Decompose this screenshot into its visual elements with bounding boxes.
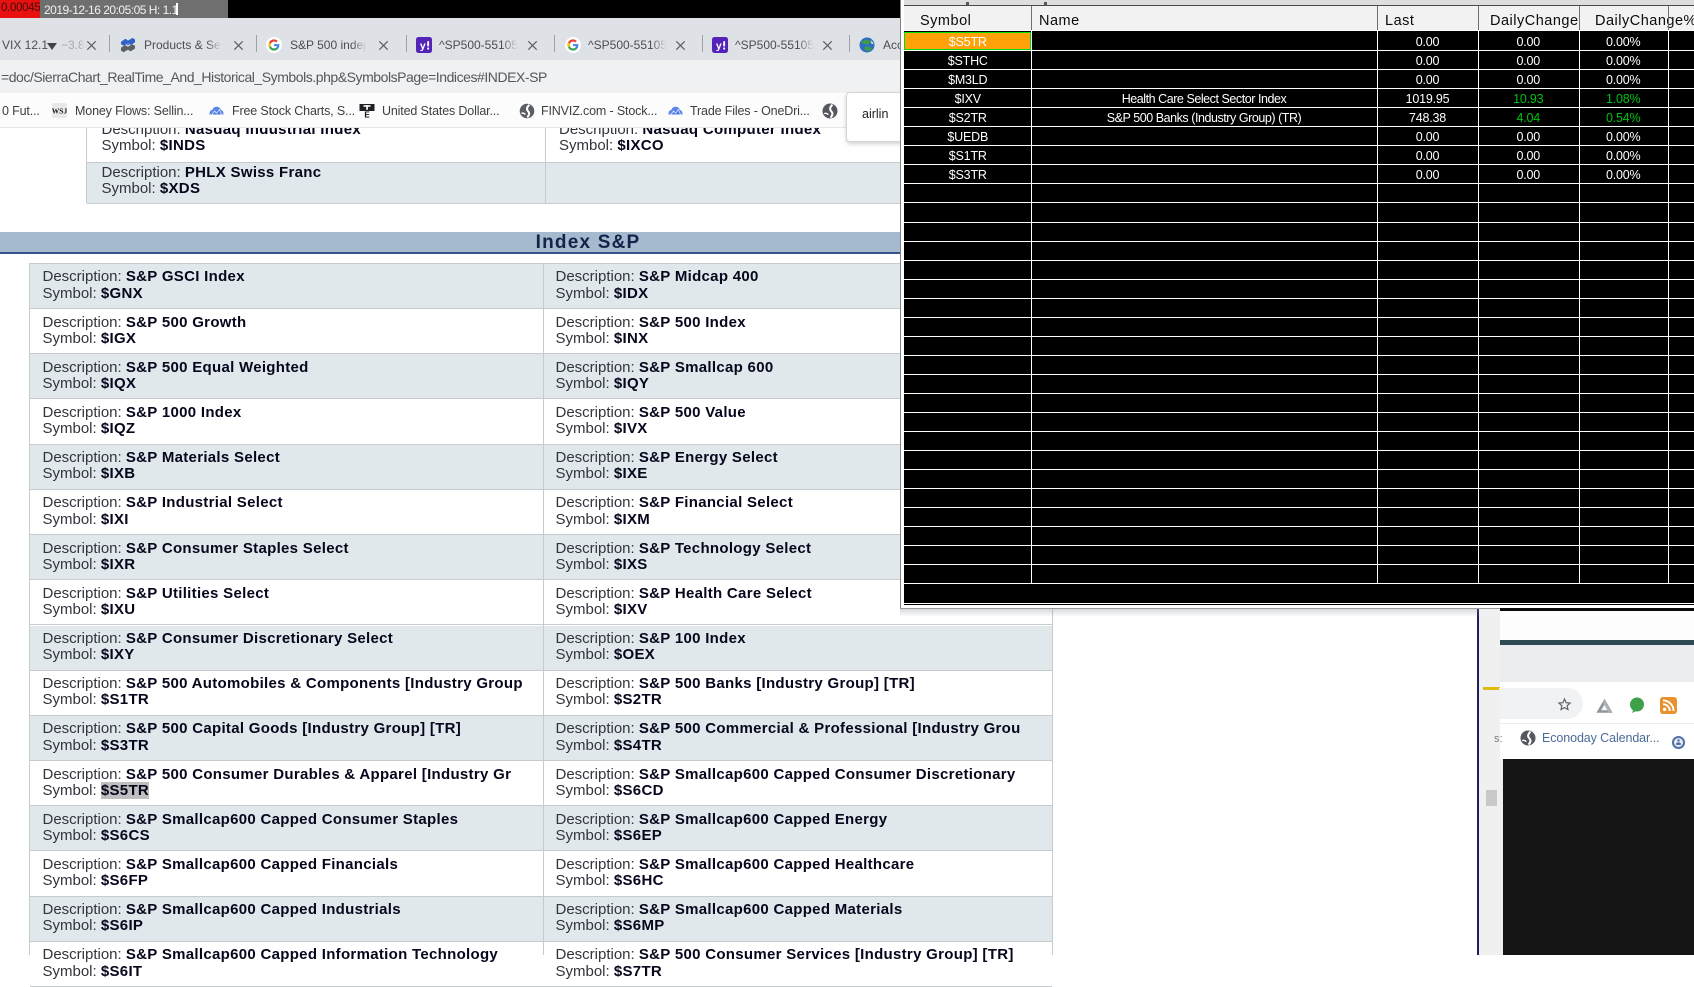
svg-text:y: y [716,40,722,52]
svg-text:WSJ: WSJ [52,107,67,116]
svg-text:y: y [420,40,426,52]
svg-text:E: E [364,110,370,117]
